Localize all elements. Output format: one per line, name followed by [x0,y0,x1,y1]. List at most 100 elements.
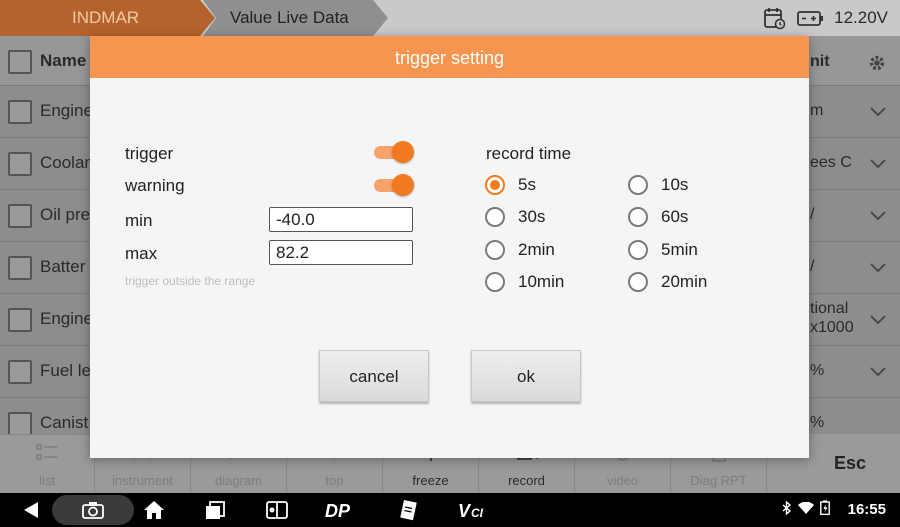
gear-icon[interactable] [868,54,886,77]
row-checkbox[interactable] [8,100,32,124]
chevron-down-icon[interactable] [870,208,886,226]
row-name: Engine [40,101,93,120]
svg-text:CI: CI [471,506,484,520]
max-input[interactable] [269,240,413,265]
row-name: Canist [40,413,89,432]
top-label: top [325,473,344,488]
chevron-down-icon[interactable] [870,364,886,382]
freeze-label: freeze [412,473,449,488]
radio-label: 2min [518,240,555,259]
trigger-label: trigger [125,144,174,163]
trigger-toggle[interactable] [374,141,414,163]
chevron-down-icon[interactable] [870,260,886,278]
wifi-icon [798,501,814,519]
row-unit: tional x1000 [810,299,854,337]
status-icons [782,493,830,527]
record-option-30s[interactable]: 30s [485,205,545,229]
app-icon[interactable] [262,493,292,527]
cancel-button[interactable]: cancel [319,350,429,402]
notes-icon[interactable] [394,493,422,527]
record-time-label: record time [486,144,572,163]
radio-circle [628,207,648,227]
row-name: Oil pre [40,205,91,224]
row-checkbox[interactable] [8,308,32,332]
radio-circle [485,272,505,292]
row-checkbox[interactable] [8,360,32,384]
row-checkbox[interactable] [8,412,32,436]
record-option-20min[interactable]: 20min [628,270,707,294]
record-option-60s[interactable]: 60s [628,205,688,229]
diag-rpt-label: Diag RPT [690,473,747,488]
radio-circle [485,240,505,260]
screenshot-camera-icon[interactable] [78,493,108,527]
dp-icon[interactable]: DP [322,493,364,527]
row-name: Fuel le [40,361,92,380]
voltage-value: 12.20V [834,8,888,27]
chevron-down-icon[interactable] [870,312,886,330]
row-unit-line2: x1000 [810,319,854,336]
trigger-setting-dialog: trigger setting trigger warning min max … [90,36,809,458]
row-unit: / [810,206,815,223]
toggle-knob [392,141,414,163]
radio-circle [485,175,505,195]
range-hint: trigger outside the range [125,274,256,288]
row-name: Engine [40,309,93,328]
chevron-down-icon[interactable] [870,104,886,122]
radio-circle [628,175,648,195]
svg-text:DP: DP [325,501,351,520]
header-status: 12.20V [762,0,888,36]
battery-icon [820,500,830,520]
row-unit: m [810,102,824,119]
min-input[interactable] [269,207,413,232]
record-option-10s[interactable]: 10s [628,173,688,197]
radio-label: 10min [518,272,565,291]
record-label: record [508,473,545,488]
record-option-10min[interactable]: 10min [485,270,564,294]
min-label: min [125,211,153,230]
breadcrumb-value-live-data[interactable]: Value Live Data [203,0,388,36]
row-name: Batter [40,257,86,276]
battery-icon [796,8,824,28]
breadcrumb-indmar[interactable]: INDMAR [0,0,215,36]
warning-label: warning [125,176,185,195]
radio-label: 60s [661,207,689,226]
column-header-name: Name [40,51,87,70]
row-unit: / [810,258,815,275]
row-unit: % [810,362,825,379]
dialog-title: trigger setting [90,36,809,78]
radio-label: 5min [661,240,698,259]
top-bar: INDMAR Value Live Data 12.20V [0,0,900,36]
record-option-5s[interactable]: 5s [485,173,536,197]
recent-apps-icon[interactable] [201,493,229,527]
list-label: list [39,473,55,488]
calendar-clock-icon[interactable] [762,6,786,30]
toggle-knob [392,174,414,196]
vci-icon[interactable]: V CI [454,493,496,527]
list-button[interactable]: list [0,435,95,494]
clock: 16:55 [847,501,886,518]
record-option-2min[interactable]: 2min [485,238,555,262]
system-nav-bar: DP V CI 16:55 [0,493,900,527]
row-checkbox[interactable] [8,204,32,228]
row-unit: % [810,414,825,431]
max-label: max [125,244,158,263]
radio-label: 5s [518,175,536,194]
record-option-5min[interactable]: 5min [628,238,698,262]
radio-label: 10s [661,175,689,194]
list-icon [36,443,58,468]
esc-button[interactable]: Esc [800,434,900,493]
diagram-label: diagram [215,473,262,488]
bluetooth-icon [782,499,792,520]
radio-label: 20min [661,272,708,291]
row-checkbox[interactable] [8,152,32,176]
row-checkbox[interactable] [8,256,32,280]
select-all-checkbox[interactable] [8,50,32,74]
row-unit: ees C [810,154,852,171]
home-icon[interactable] [140,493,168,527]
column-header-unit: nit [810,53,830,70]
chevron-down-icon[interactable] [870,156,886,174]
warning-toggle[interactable] [374,174,414,196]
ok-button[interactable]: ok [471,350,581,402]
back-icon[interactable] [18,493,44,527]
radio-circle [628,240,648,260]
